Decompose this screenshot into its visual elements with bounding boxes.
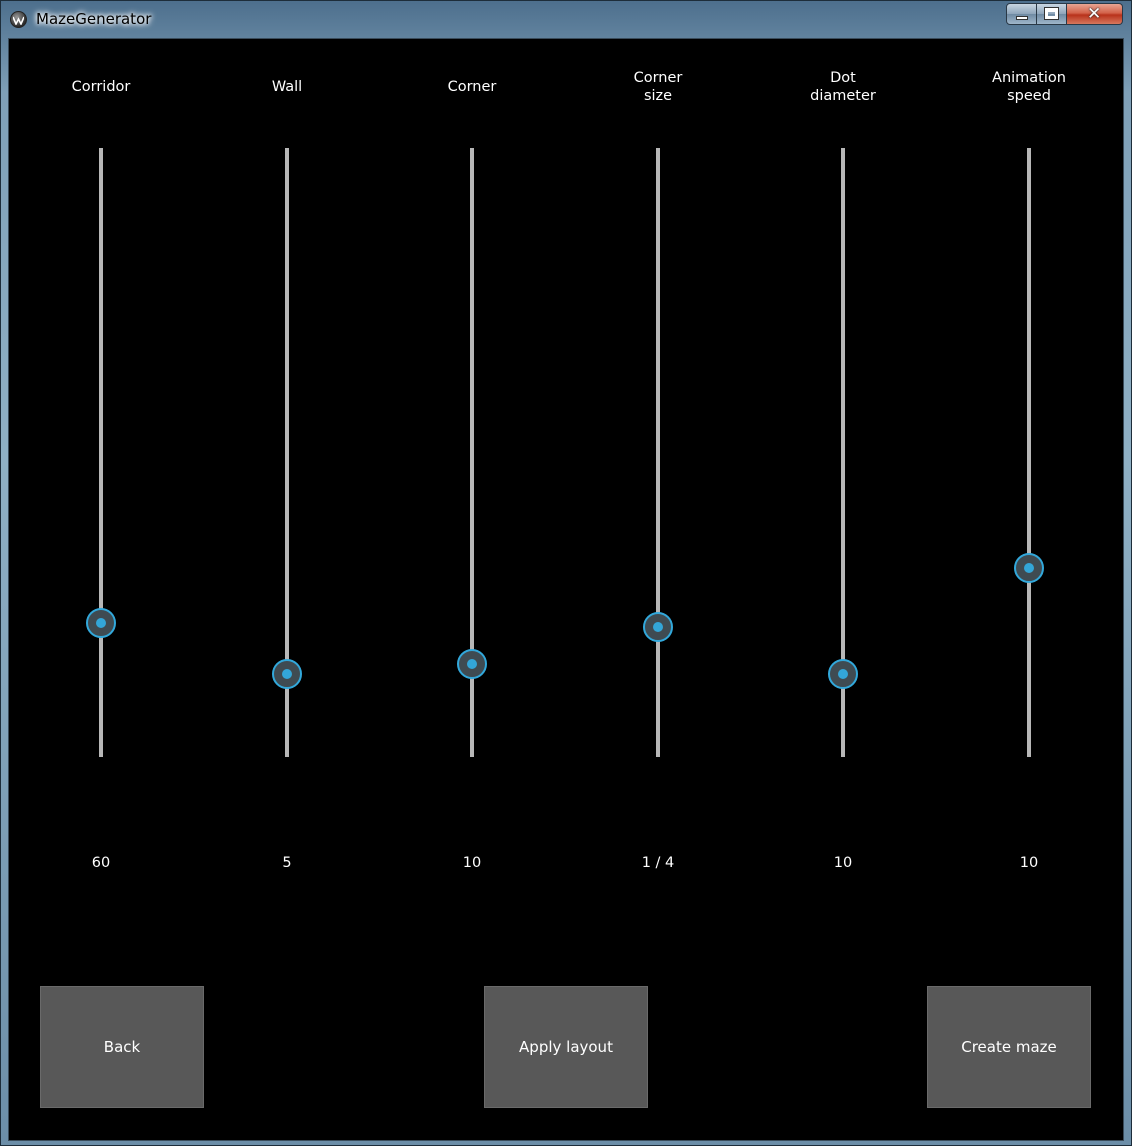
slider-column-corner-size: Corner size 1 / 4 xyxy=(583,39,733,939)
slider-thumb-corner[interactable] xyxy=(457,649,487,680)
close-button[interactable]: ✕ xyxy=(1067,3,1123,25)
slider-thumb-dot-diameter[interactable] xyxy=(828,658,858,689)
slider-label-corridor: Corridor xyxy=(71,79,131,95)
create-maze-button[interactable]: Create maze xyxy=(927,986,1091,1108)
slider-label-corner-size: Corner size xyxy=(633,70,683,104)
caption-buttons: ✕ xyxy=(1006,3,1123,25)
slider-value-corner-size: 1 / 4 xyxy=(641,855,675,871)
settings-panel: Corridor 60 Wall 5 Corner 10 Corner size… xyxy=(8,38,1124,1141)
slider-thumb-wall[interactable] xyxy=(272,658,302,689)
slider-thumb-dot xyxy=(653,622,663,633)
slider-track-corridor[interactable] xyxy=(99,148,103,757)
slider-value-corner: 10 xyxy=(462,855,482,871)
slider-column-corridor: Corridor 60 xyxy=(26,39,176,939)
maximize-button[interactable] xyxy=(1037,3,1067,25)
minimize-icon xyxy=(1016,16,1028,20)
slider-thumb-corner-size[interactable] xyxy=(643,612,673,643)
slider-thumb-corridor[interactable] xyxy=(86,608,116,639)
slider-value-corridor: 60 xyxy=(91,855,111,871)
slider-column-dot-diameter: Dot diameter 10 xyxy=(768,39,918,939)
back-button[interactable]: Back xyxy=(40,986,204,1108)
slider-label-animation-speed: Animation speed xyxy=(992,70,1066,104)
slider-thumb-dot xyxy=(1024,563,1034,574)
minimize-button[interactable] xyxy=(1006,3,1037,25)
slider-thumb-dot xyxy=(96,618,106,629)
maximize-icon xyxy=(1045,8,1058,19)
slider-thumb-dot xyxy=(282,668,292,679)
apply-layout-button[interactable]: Apply layout xyxy=(484,986,648,1108)
app-window: MazeGenerator ✕ Corridor 60 Wall 5 Corne… xyxy=(0,0,1132,1146)
slider-column-wall: Wall 5 xyxy=(212,39,362,939)
slider-value-dot-diameter: 10 xyxy=(833,855,853,871)
window-title: MazeGenerator xyxy=(36,10,152,28)
slider-label-dot-diameter: Dot diameter xyxy=(810,70,876,104)
slider-value-animation-speed: 10 xyxy=(1019,855,1039,871)
slider-label-wall: Wall xyxy=(271,79,303,95)
close-icon: ✕ xyxy=(1087,4,1102,24)
slider-thumb-animation-speed[interactable] xyxy=(1014,553,1044,584)
slider-track-animation-speed[interactable] xyxy=(1027,148,1031,757)
slider-column-corner: Corner 10 xyxy=(397,39,547,939)
slider-thumb-dot xyxy=(467,659,477,670)
app-logo-icon[interactable] xyxy=(10,11,27,28)
slider-column-animation-speed: Animation speed 10 xyxy=(954,39,1104,939)
slider-thumb-dot xyxy=(838,668,848,679)
title-bar[interactable]: MazeGenerator ✕ xyxy=(1,1,1131,37)
slider-label-corner: Corner xyxy=(447,79,497,95)
slider-value-wall: 5 xyxy=(282,855,292,871)
slider-track-corner-size[interactable] xyxy=(656,148,660,757)
